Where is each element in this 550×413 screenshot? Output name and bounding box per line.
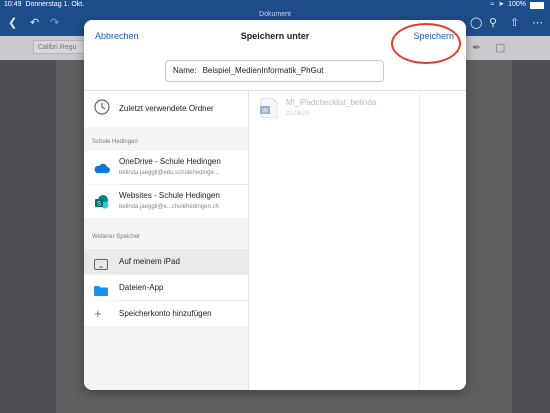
file-date: 21.09.20 <box>286 111 310 117</box>
files-app-item[interactable]: Dateien-App <box>84 275 248 300</box>
locations-list: Zuletzt verwendete Ordner Schule Hedinge… <box>84 91 249 390</box>
battery-percent: 100% <box>508 1 526 8</box>
add-storage-item[interactable]: + Speicherkonto hinzufügen <box>84 301 248 326</box>
ipad-item[interactable]: Auf meinem iPad <box>84 249 248 274</box>
websites-item[interactable]: S Websites - Schule Hedingen belinda.jae… <box>84 185 248 218</box>
add-storage-label: Speicherkonto hinzufügen <box>119 309 212 318</box>
filename-field[interactable]: Name: Beispiel_MedienInformatik_PhGut <box>165 60 384 82</box>
status-right: ≈ ➤ 100% <box>490 0 544 10</box>
highlight-circle <box>391 23 461 64</box>
svg-text:W: W <box>262 109 268 115</box>
ipad-icon <box>94 257 108 275</box>
svg-text:S: S <box>97 202 101 208</box>
wifi-icon: ≈ <box>490 1 495 8</box>
section-school: Schule Hedingen <box>92 139 138 145</box>
clock-icon <box>94 99 110 120</box>
back-icon[interactable]: ❮ <box>8 18 17 29</box>
lightbulb-icon[interactable]: ◯ <box>470 18 482 29</box>
filename-value[interactable]: Beispiel_MedienInformatik_PhGut <box>203 66 324 75</box>
pen-icon[interactable]: ✒ <box>472 41 481 54</box>
ipad-label: Auf meinem iPad <box>119 257 180 266</box>
onedrive-subtitle: belinda.jaeggli@edu.schulehedinge... <box>119 170 219 176</box>
filename-label: Name: <box>173 66 197 75</box>
redo-icon[interactable]: ↷ <box>50 18 59 29</box>
font-name-box[interactable]: Calibri Regu <box>33 40 88 54</box>
sharepoint-icon: S <box>94 194 110 215</box>
onedrive-item[interactable]: OneDrive - Schule Hedingen belinda.jaegg… <box>84 151 248 184</box>
undo-icon[interactable]: ↶ <box>30 18 39 29</box>
websites-title: Websites - Schule Hedingen <box>119 191 220 200</box>
folder-icon <box>94 283 108 301</box>
files-app-label: Dateien-App <box>119 283 164 292</box>
onedrive-icon <box>94 161 110 179</box>
share-icon[interactable]: ⇧ <box>510 18 519 29</box>
section-other-storage: Weiterer Speicher <box>92 234 140 240</box>
preview-column <box>419 91 466 390</box>
status-time-date: 10:49 Donnerstag 1. Okt. <box>4 1 85 8</box>
document-label: Dokument <box>259 11 291 18</box>
word-file-icon: W <box>260 97 279 123</box>
plus-icon: + <box>94 306 102 321</box>
status-bar: 10:49 Donnerstag 1. Okt. ≈ ➤ 100% <box>0 0 550 10</box>
file-name: MI_iPadchecklist_belinda <box>286 98 377 107</box>
onedrive-title: OneDrive - Schule Hedingen <box>119 157 221 166</box>
location-icon: ➤ <box>498 1 505 8</box>
comment-icon[interactable]: ▢ <box>495 41 505 54</box>
save-as-dialog: Abbrechen Speichern unter Speichern Name… <box>84 20 466 390</box>
more-icon[interactable]: ⋯ <box>532 18 543 29</box>
recent-folders-item[interactable]: Zuletzt verwendete Ordner <box>84 91 248 127</box>
search-icon[interactable]: ⚲ <box>489 18 497 29</box>
recent-folders-label: Zuletzt verwendete Ordner <box>119 104 214 113</box>
battery-icon <box>530 1 544 9</box>
websites-subtitle: belinda.jaeggli@e...chulehedingen.ch <box>119 204 219 210</box>
file-list: W MI_iPadchecklist_belinda 21.09.20 <box>249 91 420 390</box>
